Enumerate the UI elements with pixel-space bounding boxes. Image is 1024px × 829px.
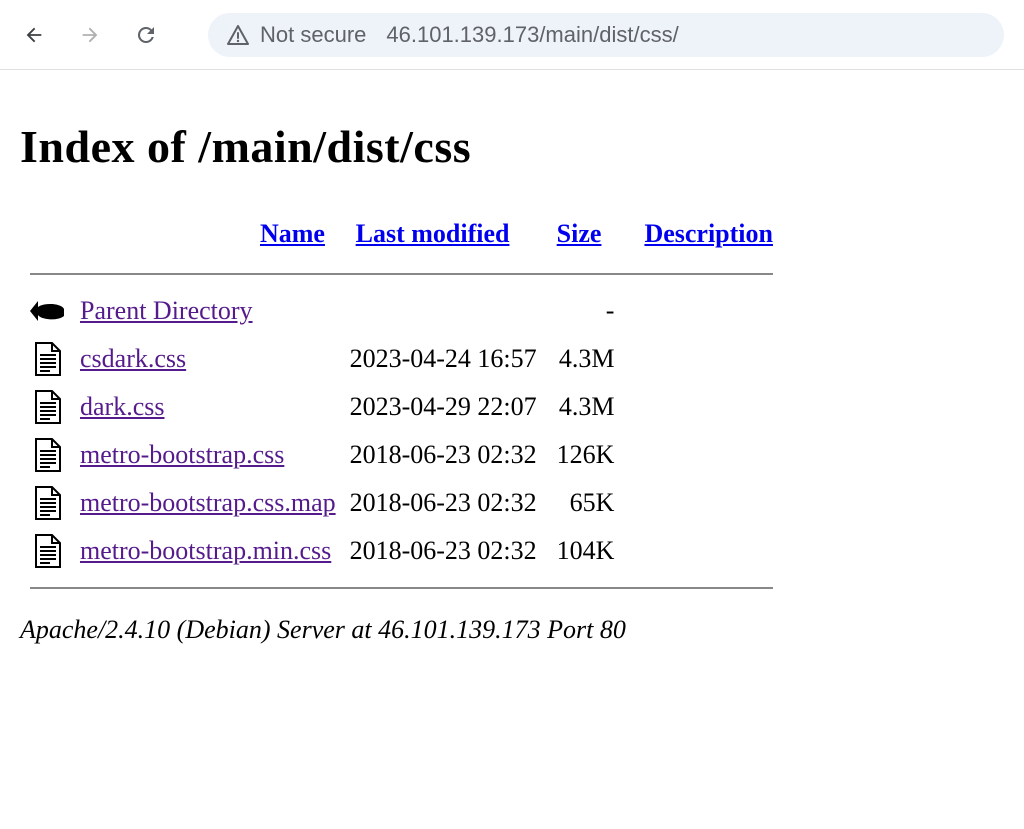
text-file-icon xyxy=(30,485,66,521)
table-row: metro-bootstrap.css 2018-06-23 02:32126K xyxy=(20,431,783,479)
address-bar[interactable]: Not secure 46.101.139.173/main/dist/css/ xyxy=(208,13,1004,57)
row-lastmodified-cell xyxy=(346,287,547,335)
row-description-cell xyxy=(634,479,783,527)
row-description-cell xyxy=(634,335,783,383)
row-name-cell: metro-bootstrap.css.map xyxy=(70,479,346,527)
row-icon-cell xyxy=(20,479,70,527)
row-lastmodified-cell: 2018-06-23 02:32 xyxy=(346,431,547,479)
row-name-cell: metro-bootstrap.css xyxy=(70,431,346,479)
row-name-cell: dark.css xyxy=(70,383,346,431)
row-size-cell: 4.3M xyxy=(547,383,635,431)
row-icon-cell xyxy=(20,287,70,335)
not-secure-label: Not secure xyxy=(260,22,366,48)
table-row: metro-bootstrap.min.css 2018-06-23 02:321… xyxy=(20,527,783,575)
back-button[interactable] xyxy=(20,21,48,49)
row-size-cell: 126K xyxy=(547,431,635,479)
row-name-cell: metro-bootstrap.min.css xyxy=(70,527,346,575)
arrow-right-icon xyxy=(79,24,101,46)
column-header-size[interactable]: Size xyxy=(557,219,602,248)
arrow-left-icon xyxy=(23,24,45,46)
row-size-cell: - xyxy=(547,287,635,335)
table-row: metro-bootstrap.css.map 2018-06-23 02:326… xyxy=(20,479,783,527)
table-header-row: Name Last modified Size Description xyxy=(20,213,783,261)
file-link[interactable]: metro-bootstrap.css xyxy=(80,440,284,469)
text-file-icon xyxy=(30,389,66,425)
parent-directory-icon xyxy=(30,293,66,329)
divider-row xyxy=(20,575,783,601)
table-row: dark.css 2023-04-29 22:074.3M xyxy=(20,383,783,431)
divider-row xyxy=(20,261,783,287)
divider xyxy=(30,587,773,589)
row-description-cell xyxy=(634,527,783,575)
forward-button[interactable] xyxy=(76,21,104,49)
table-row: csdark.css 2023-04-24 16:574.3M xyxy=(20,335,783,383)
row-lastmodified-cell: 2018-06-23 02:32 xyxy=(346,527,547,575)
row-name-cell: Parent Directory xyxy=(70,287,346,335)
file-link[interactable]: dark.css xyxy=(80,392,164,421)
row-lastmodified-cell: 2023-04-24 16:57 xyxy=(346,335,547,383)
browser-toolbar: Not secure 46.101.139.173/main/dist/css/ xyxy=(0,0,1024,70)
warning-icon xyxy=(226,23,250,47)
row-size-cell: 4.3M xyxy=(547,335,635,383)
reload-button[interactable] xyxy=(132,21,160,49)
url-text: 46.101.139.173/main/dist/css/ xyxy=(386,22,678,48)
row-size-cell: 65K xyxy=(547,479,635,527)
row-icon-cell xyxy=(20,383,70,431)
page-title: Index of /main/dist/css xyxy=(20,120,1004,173)
row-icon-cell xyxy=(20,527,70,575)
file-link[interactable]: Parent Directory xyxy=(80,296,253,325)
text-file-icon xyxy=(30,533,66,569)
directory-listing-table: Name Last modified Size Description Pare… xyxy=(20,213,783,601)
column-header-description[interactable]: Description xyxy=(644,219,773,248)
file-link[interactable]: metro-bootstrap.min.css xyxy=(80,536,331,565)
column-header-name[interactable]: Name xyxy=(260,219,325,248)
row-description-cell xyxy=(634,383,783,431)
text-file-icon xyxy=(30,437,66,473)
row-description-cell xyxy=(634,431,783,479)
row-name-cell: csdark.css xyxy=(70,335,346,383)
row-description-cell xyxy=(634,287,783,335)
file-link[interactable]: metro-bootstrap.css.map xyxy=(80,488,336,517)
row-lastmodified-cell: 2023-04-29 22:07 xyxy=(346,383,547,431)
page-content: Index of /main/dist/css Name Last modifi… xyxy=(0,70,1024,665)
row-lastmodified-cell: 2018-06-23 02:32 xyxy=(346,479,547,527)
row-size-cell: 104K xyxy=(547,527,635,575)
file-link[interactable]: csdark.css xyxy=(80,344,186,373)
column-header-lastmodified[interactable]: Last modified xyxy=(356,219,510,248)
row-icon-cell xyxy=(20,431,70,479)
reload-icon xyxy=(134,23,158,47)
divider xyxy=(30,273,773,275)
row-icon-cell xyxy=(20,335,70,383)
server-footer: Apache/2.4.10 (Debian) Server at 46.101.… xyxy=(20,615,1004,645)
table-row: Parent Directory - xyxy=(20,287,783,335)
text-file-icon xyxy=(30,341,66,377)
